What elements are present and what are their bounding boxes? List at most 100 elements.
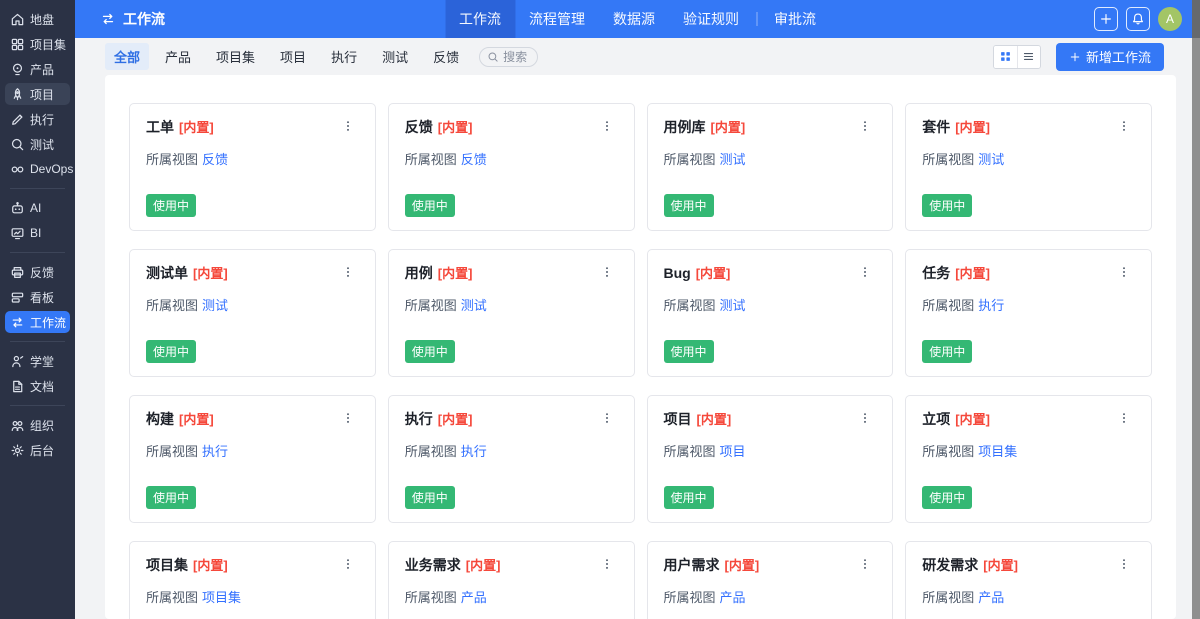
grid-view-button[interactable] xyxy=(994,46,1017,68)
workflow-card[interactable]: 反馈[内置]所属视图反馈使用中 xyxy=(388,103,635,231)
card-title[interactable]: 反馈 xyxy=(405,119,433,135)
window-scrollbar[interactable] xyxy=(1192,0,1200,619)
card-title[interactable]: 执行 xyxy=(405,411,433,427)
sidebar-item-test[interactable]: 测试 xyxy=(5,133,70,155)
view-link[interactable]: 项目集 xyxy=(978,444,1017,459)
card-title[interactable]: 用例 xyxy=(405,265,433,281)
filter-chip-项目集[interactable]: 项目集 xyxy=(207,43,264,70)
tab-流程管理[interactable]: 流程管理 xyxy=(515,0,599,38)
sidebar-item-feedback[interactable]: 反馈 xyxy=(5,261,70,283)
card-title[interactable]: 业务需求 xyxy=(405,557,461,573)
view-link[interactable]: 测试 xyxy=(461,298,487,313)
view-link[interactable]: 反馈 xyxy=(202,152,228,167)
card-title[interactable]: 用例库 xyxy=(664,119,706,135)
list-view-button[interactable] xyxy=(1017,46,1040,68)
card-menu-button[interactable] xyxy=(596,409,618,427)
view-link[interactable]: 执行 xyxy=(461,444,487,459)
workflow-card[interactable]: 项目集[内置]所属视图项目集使用中 xyxy=(129,541,376,619)
sidebar-item-ai[interactable]: AI xyxy=(5,197,70,219)
sidebar-item-kanban[interactable]: 看板 xyxy=(5,286,70,308)
sidebar-item-workflow[interactable]: 工作流 xyxy=(5,311,70,333)
card-menu-button[interactable] xyxy=(854,555,876,573)
filter-chip-执行[interactable]: 执行 xyxy=(322,43,366,70)
workflow-card[interactable]: 业务需求[内置]所属视图产品使用中 xyxy=(388,541,635,619)
filter-chip-产品[interactable]: 产品 xyxy=(156,43,200,70)
card-menu-button[interactable] xyxy=(1113,555,1135,573)
card-title[interactable]: 套件 xyxy=(922,119,950,135)
workflow-card[interactable]: 测试单[内置]所属视图测试使用中 xyxy=(129,249,376,377)
card-menu-button[interactable] xyxy=(596,555,618,573)
view-link[interactable]: 产品 xyxy=(978,590,1004,605)
card-title[interactable]: 任务 xyxy=(922,265,950,281)
card-title[interactable]: 立项 xyxy=(922,411,950,427)
card-menu-button[interactable] xyxy=(854,263,876,281)
avatar[interactable]: A xyxy=(1158,7,1182,31)
workflow-card[interactable]: 用例库[内置]所属视图测试使用中 xyxy=(647,103,894,231)
workflow-card[interactable]: 执行[内置]所属视图执行使用中 xyxy=(388,395,635,523)
filter-chip-项目[interactable]: 项目 xyxy=(271,43,315,70)
card-menu-button[interactable] xyxy=(337,117,359,135)
card-title[interactable]: 测试单 xyxy=(146,265,188,281)
workflow-card[interactable]: 项目[内置]所属视图项目使用中 xyxy=(647,395,894,523)
view-link[interactable]: 反馈 xyxy=(461,152,487,167)
card-menu-button[interactable] xyxy=(854,409,876,427)
card-menu-button[interactable] xyxy=(596,117,618,135)
new-workflow-button[interactable]: 新增工作流 xyxy=(1056,43,1164,71)
view-link[interactable]: 执行 xyxy=(978,298,1004,313)
workflow-card[interactable]: 用户需求[内置]所属视图产品使用中 xyxy=(647,541,894,619)
sidebar-item-project[interactable]: 项目 xyxy=(5,83,70,105)
notifications-button[interactable] xyxy=(1126,7,1150,31)
card-menu-button[interactable] xyxy=(854,117,876,135)
card-title[interactable]: 项目集 xyxy=(146,557,188,573)
card-menu-button[interactable] xyxy=(337,555,359,573)
card-title[interactable]: 构建 xyxy=(146,411,174,427)
view-link[interactable]: 项目集 xyxy=(202,590,241,605)
view-link[interactable]: 产品 xyxy=(720,590,746,605)
view-link[interactable]: 执行 xyxy=(202,444,228,459)
search-input[interactable]: 搜索 xyxy=(479,47,538,67)
sidebar-item-programs[interactable]: 项目集 xyxy=(5,33,70,55)
workflow-card[interactable]: 用例[内置]所属视图测试使用中 xyxy=(388,249,635,377)
sidebar-item-bi[interactable]: BI xyxy=(5,222,70,244)
card-menu-button[interactable] xyxy=(1113,117,1135,135)
view-link[interactable]: 测试 xyxy=(720,298,746,313)
filter-chip-全部[interactable]: 全部 xyxy=(105,43,149,70)
card-menu-button[interactable] xyxy=(337,409,359,427)
card-menu-button[interactable] xyxy=(1113,409,1135,427)
tab-数据源[interactable]: 数据源 xyxy=(599,0,669,38)
card-title[interactable]: 项目 xyxy=(664,411,692,427)
view-link[interactable]: 产品 xyxy=(461,590,487,605)
add-button[interactable] xyxy=(1094,7,1118,31)
sidebar-item-docs[interactable]: 文档 xyxy=(5,375,70,397)
view-link[interactable]: 项目 xyxy=(720,444,746,459)
view-link[interactable]: 测试 xyxy=(202,298,228,313)
workflow-card[interactable]: 任务[内置]所属视图执行使用中 xyxy=(905,249,1152,377)
filter-chip-测试[interactable]: 测试 xyxy=(373,43,417,70)
sidebar-item-org[interactable]: 组织 xyxy=(5,414,70,436)
card-title[interactable]: Bug xyxy=(664,265,691,281)
workflow-card[interactable]: 工单[内置]所属视图反馈使用中 xyxy=(129,103,376,231)
sidebar-item-admin[interactable]: 后台 xyxy=(5,439,70,461)
workflow-card[interactable]: 套件[内置]所属视图测试使用中 xyxy=(905,103,1152,231)
tab-审批流[interactable]: 审批流 xyxy=(760,0,830,38)
view-link[interactable]: 测试 xyxy=(720,152,746,167)
sidebar-item-devops[interactable]: DevOps xyxy=(5,158,70,180)
filter-chip-反馈[interactable]: 反馈 xyxy=(424,43,468,70)
workflow-card[interactable]: 研发需求[内置]所属视图产品使用中 xyxy=(905,541,1152,619)
card-title[interactable]: 用户需求 xyxy=(664,557,720,573)
sidebar-item-school[interactable]: 学堂 xyxy=(5,350,70,372)
view-link[interactable]: 测试 xyxy=(978,152,1004,167)
sidebar-item-home[interactable]: 地盘 xyxy=(5,8,70,30)
card-menu-button[interactable] xyxy=(1113,263,1135,281)
card-title[interactable]: 工单 xyxy=(146,119,174,135)
tab-验证规则[interactable]: 验证规则 xyxy=(669,0,753,38)
card-title[interactable]: 研发需求 xyxy=(922,557,978,573)
card-menu-button[interactable] xyxy=(337,263,359,281)
sidebar-item-product[interactable]: 产品 xyxy=(5,58,70,80)
sidebar-item-execute[interactable]: 执行 xyxy=(5,108,70,130)
workflow-card[interactable]: 立项[内置]所属视图项目集使用中 xyxy=(905,395,1152,523)
workflow-card[interactable]: Bug[内置]所属视图测试使用中 xyxy=(647,249,894,377)
card-menu-button[interactable] xyxy=(596,263,618,281)
workflow-card[interactable]: 构建[内置]所属视图执行使用中 xyxy=(129,395,376,523)
tab-工作流[interactable]: 工作流 xyxy=(445,0,515,38)
